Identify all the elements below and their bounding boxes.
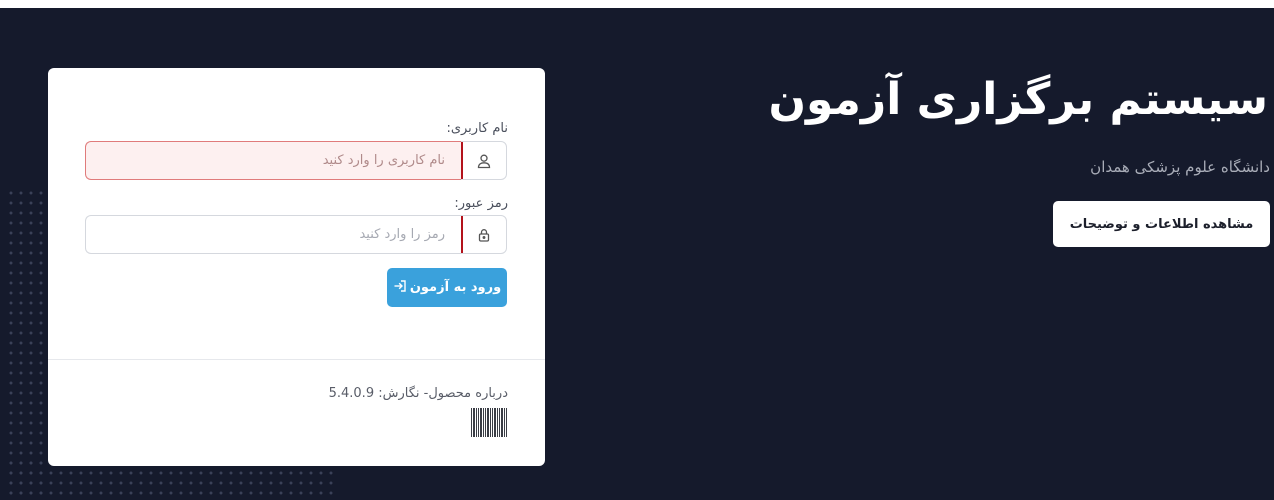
- username-label: نام کاربری:: [446, 121, 508, 136]
- sign-in-icon: [393, 279, 407, 297]
- password-field[interactable]: [85, 215, 461, 254]
- password-label: رمز عبور:: [454, 196, 508, 211]
- decorative-dots-left: [6, 188, 46, 500]
- page-background: سیستم برگزاری آزمون دانشگاه علوم پزشکی ه…: [0, 8, 1274, 500]
- university-name: دانشگاه علوم پزشکی همدان: [1090, 158, 1270, 176]
- lock-icon: [461, 215, 507, 254]
- view-info-button[interactable]: مشاهده اطلاعات و توضیحات: [1053, 201, 1270, 247]
- password-group: [85, 215, 507, 254]
- login-button-label: ورود به آزمون: [409, 280, 502, 295]
- username-field[interactable]: [85, 141, 461, 180]
- page-title: سیستم برگزاری آزمون: [768, 74, 1269, 125]
- barcode-icon: [471, 408, 507, 437]
- about-product-text: درباره محصول- نگارش: 5.4.0.9: [328, 386, 508, 401]
- user-icon: [461, 141, 507, 180]
- card-divider: [48, 359, 545, 360]
- login-card: نام کاربری: رمز عبور: ورود به: [48, 68, 545, 466]
- login-button[interactable]: ورود به آزمون: [387, 268, 507, 307]
- username-group: [85, 141, 507, 180]
